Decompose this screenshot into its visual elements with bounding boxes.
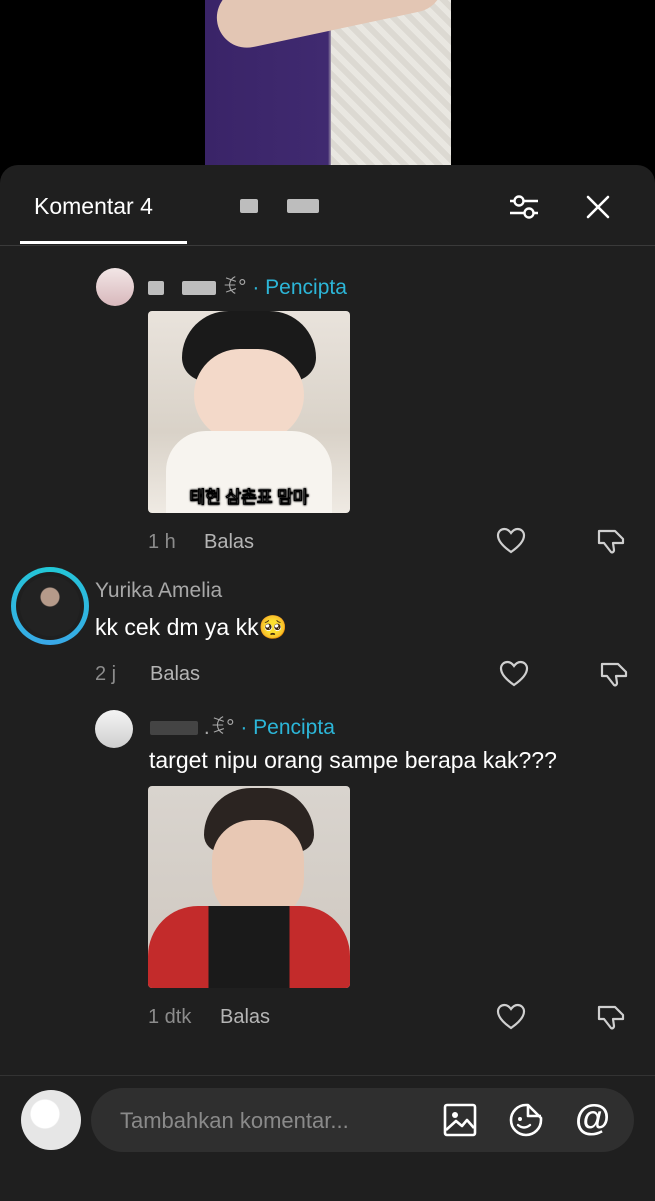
video-preview[interactable] bbox=[205, 0, 451, 180]
comments-header: Komentar 4 bbox=[0, 165, 655, 246]
sliders-icon bbox=[510, 195, 538, 219]
obscured-name-2 bbox=[181, 281, 216, 296]
video-background bbox=[331, 0, 451, 180]
obscured-name bbox=[148, 281, 164, 296]
sticker-emoji-icon[interactable] bbox=[508, 1102, 544, 1138]
dislike-icon[interactable] bbox=[598, 658, 630, 690]
avatar[interactable] bbox=[95, 710, 133, 748]
comment-text: kk cek dm ya kk🥺 bbox=[95, 614, 288, 640]
tab-secondary-obscured[interactable] bbox=[240, 199, 258, 213]
avatar[interactable] bbox=[96, 268, 134, 306]
comment-time: 1 dtk bbox=[148, 1006, 192, 1028]
image-icon[interactable] bbox=[442, 1102, 478, 1138]
obscured-name bbox=[150, 721, 198, 736]
creator-badge: · Pencipta bbox=[252, 276, 347, 299]
author-suffix: .ꉂ° bbox=[203, 716, 235, 739]
avatar[interactable] bbox=[16, 572, 84, 640]
comment-author[interactable]: .ꉂ° · Pencipta bbox=[150, 712, 335, 740]
comment-author[interactable]: ꉂ° · Pencipta bbox=[148, 272, 347, 300]
comment-author[interactable]: Yurika Amelia bbox=[95, 579, 222, 603]
sticker-face bbox=[194, 349, 304, 441]
sticker-caption: 태현 삼촌표 맘마 bbox=[189, 488, 309, 508]
comment-time: 2 j bbox=[95, 663, 117, 685]
tab-secondary-obscured-2 bbox=[287, 199, 319, 213]
close-icon bbox=[586, 195, 610, 219]
author-suffix: ꉂ° bbox=[221, 276, 247, 299]
heart-icon[interactable] bbox=[495, 1001, 527, 1033]
tab-comments[interactable]: Komentar 4 bbox=[34, 193, 153, 220]
comment-input[interactable]: Tambahkan komentar... @ bbox=[91, 1088, 634, 1152]
heart-icon[interactable] bbox=[498, 658, 530, 690]
reply-button[interactable]: Balas bbox=[150, 663, 200, 686]
comment-text: target nipu orang sampe berapa kak??? bbox=[149, 747, 557, 773]
reply-button[interactable]: Balas bbox=[220, 1006, 270, 1029]
dislike-icon[interactable] bbox=[595, 525, 627, 557]
comment-composer: Tambahkan komentar... @ bbox=[0, 1075, 655, 1201]
heart-icon[interactable] bbox=[495, 525, 527, 557]
at-mention-icon[interactable]: @ bbox=[575, 1098, 610, 1138]
creator-badge: · Pencipta bbox=[240, 716, 335, 739]
close-button[interactable] bbox=[580, 189, 616, 225]
dislike-icon[interactable] bbox=[595, 1001, 627, 1033]
tab-active-indicator bbox=[20, 241, 187, 244]
photo-jacket bbox=[148, 906, 350, 988]
comment-input-placeholder: Tambahkan komentar... bbox=[120, 1108, 349, 1133]
comment-photo[interactable] bbox=[148, 786, 350, 988]
filter-button[interactable] bbox=[506, 189, 542, 225]
comment-sticker[interactable]: 태현 삼촌표 맘마 bbox=[148, 311, 350, 513]
my-avatar[interactable] bbox=[21, 1090, 81, 1150]
comments-sheet: Komentar 4 ꉂ° · Pencipta 태현 삼촌표 맘마 1 h B… bbox=[0, 165, 655, 1200]
comment-time: 1 h bbox=[148, 531, 176, 553]
reply-button[interactable]: Balas bbox=[204, 531, 254, 554]
avatar-photo bbox=[20, 576, 80, 636]
